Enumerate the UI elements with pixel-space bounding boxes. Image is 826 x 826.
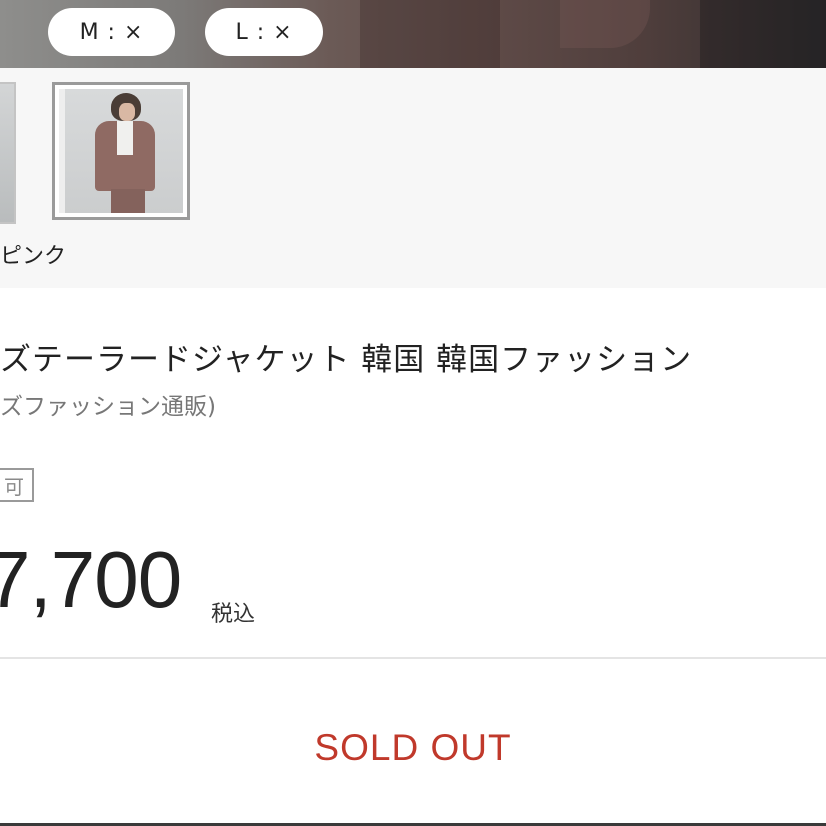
model-shirt (117, 121, 133, 155)
thumbnail-photo (59, 89, 183, 213)
model-pants (111, 189, 145, 213)
color-thumbnail-partial[interactable] (0, 82, 16, 224)
color-thumbnails: ピンク (0, 68, 826, 288)
photo-edge (59, 89, 65, 213)
product-price: 7,700 (0, 535, 182, 624)
hero-photo-shade (360, 0, 500, 68)
tax-label: 税込 (211, 602, 256, 627)
divider (0, 657, 826, 659)
size-stock-pill-l: L : × (205, 8, 323, 56)
sold-out-button[interactable]: SOLD OUT (0, 700, 826, 796)
color-thumbnail-pink[interactable] (52, 82, 190, 220)
product-title: ズテーラードジャケット 韓国 韓国ファッション (0, 342, 693, 378)
product-hero-image: M : × L : × (0, 0, 826, 68)
size-stock-pill-m: M : × (48, 8, 175, 56)
model-face (119, 103, 135, 121)
availability-badge: 可 (0, 468, 34, 502)
product-subtitle: ズファッション通販) (0, 394, 216, 420)
hero-photo-shade (700, 0, 826, 68)
color-label: ピンク (0, 244, 67, 269)
hero-photo-shade (560, 0, 650, 48)
